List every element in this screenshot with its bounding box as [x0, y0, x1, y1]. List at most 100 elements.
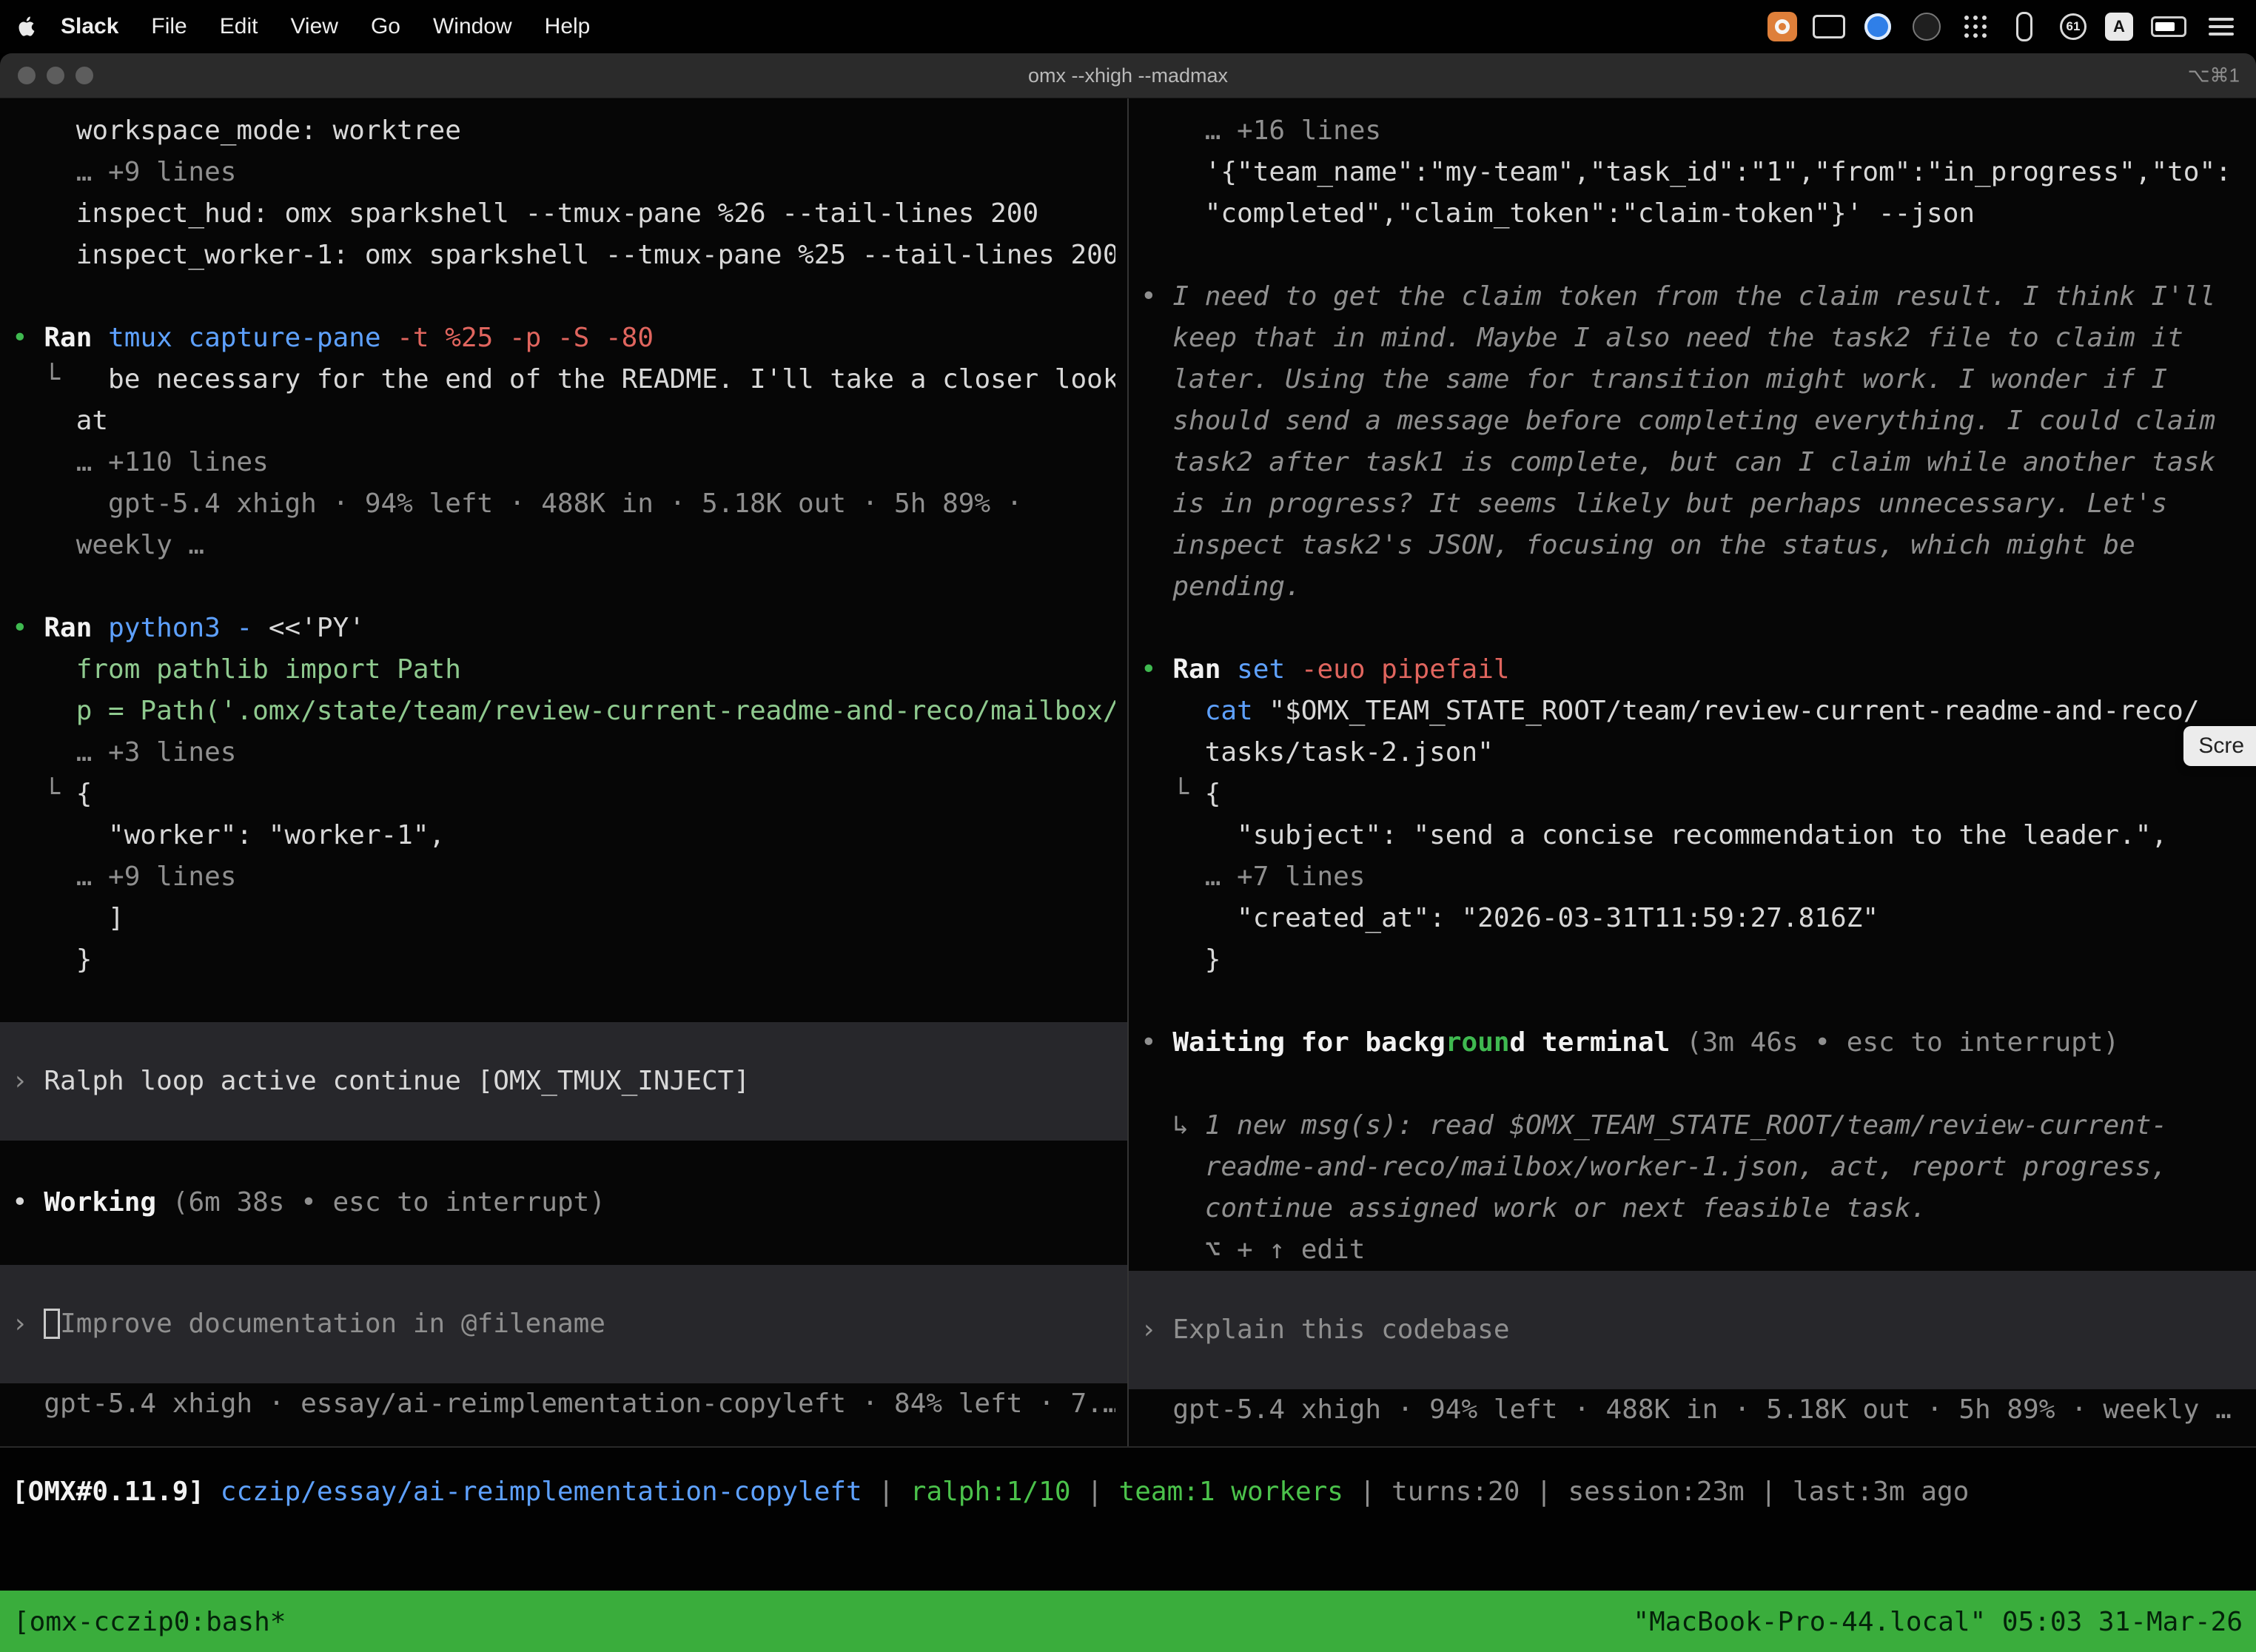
terminal-line — [12, 276, 1115, 318]
text-segment: { — [60, 779, 92, 809]
text-segment: } — [1141, 944, 1221, 975]
text-segment: "created_at": "2026-03-31T11:59:27.816Z" — [1141, 903, 1879, 933]
text-segment: └ — [1141, 779, 1189, 809]
text-segment: › — [12, 1066, 28, 1096]
text-segment: turns:20 — [1391, 1477, 1520, 1507]
terminal-line: inspect_worker-1: omx sparkshell --tmux-… — [12, 235, 1115, 276]
terminal-line: later. Using the same for transition mig… — [1141, 359, 2244, 400]
terminal-line: task2 after task1 is complete, but can I… — [1141, 442, 2244, 483]
text-segment: • — [12, 323, 28, 353]
terminal-line: gpt-5.4 xhigh · essay/ai-reimplementatio… — [12, 1383, 1115, 1425]
terminal-line: from pathlib import Path — [12, 649, 1115, 691]
terminal-line: "worker": "worker-1", — [12, 815, 1115, 856]
menu-file[interactable]: File — [135, 14, 203, 38]
tmux-status-bar: [omx-cczip0:bash* "MacBook-Pro-44.local"… — [0, 1591, 2256, 1652]
terminal-line: ⌥ + ↑ edit — [1141, 1229, 2244, 1271]
text-segment: at — [12, 406, 108, 436]
tmux-host-clock-label: "MacBook-Pro-44.local" 05:03 31-Mar-26 — [1633, 1607, 2243, 1637]
blue-app-icon[interactable] — [1861, 10, 1895, 44]
text-segment — [1221, 654, 1237, 685]
text-segment: • — [12, 1187, 28, 1218]
apple-icon[interactable] — [18, 15, 37, 38]
input-source-icon[interactable]: A — [2105, 13, 2133, 41]
terminal-window: omx --xhigh --madmax ⌥⌘1 workspace_mode:… — [0, 53, 2256, 1652]
dark-app-icon[interactable] — [1910, 10, 1944, 44]
text-segment: inspect_worker-1: omx sparkshell --tmux-… — [12, 240, 1115, 270]
text-segment: task2 after task1 is complete, but can I… — [1141, 447, 2215, 477]
text-segment: ralph:1/10 — [910, 1477, 1071, 1507]
text-segment — [1157, 1027, 1173, 1058]
text-segment: Ralph loop active continue [OMX_TMUX_INJ… — [28, 1066, 750, 1096]
window-titlebar[interactable]: omx --xhigh --madmax ⌥⌘1 — [0, 53, 2256, 98]
text-segment: python3 - — [108, 613, 252, 643]
menu-go[interactable]: Go — [355, 14, 417, 38]
text-segment: roun — [1446, 1027, 1510, 1058]
text-segment: I need to get the claim token from the c… — [1172, 281, 2215, 312]
terminal-line: } — [1141, 939, 2244, 981]
terminal-line: └ { — [1141, 773, 2244, 815]
text-segment: … +16 lines — [1141, 115, 1381, 146]
text-segment — [28, 323, 44, 353]
text-segment: readme-and-reco/mailbox/worker-1.json, a… — [1141, 1152, 2167, 1182]
terminal-line — [1141, 1064, 2244, 1105]
text-segment: later. Using the same for transition mig… — [1141, 364, 2167, 394]
menubar-items: SlackFileEditViewGoWindowHelp — [44, 14, 606, 39]
prompt-input[interactable]: › Explain this codebase — [1129, 1271, 2256, 1389]
text-segment — [1285, 654, 1301, 685]
omx-status-bar: [OMX#0.11.9] cczip/essay/ai-reimplementa… — [0, 1446, 2256, 1591]
gauge-icon[interactable]: 61 — [2056, 10, 2090, 44]
text-segment: -t %25 -p -S -80 — [397, 323, 654, 353]
terminal-line: keep that in mind. Maybe I also need the… — [1141, 318, 2244, 359]
keyboard-icon[interactable] — [1812, 10, 1846, 44]
menu-slack[interactable]: Slack — [44, 14, 135, 38]
menu-window[interactable]: Window — [417, 14, 528, 38]
terminal-line: • Waiting for background terminal (3m 46… — [1141, 1022, 2244, 1064]
text-segment — [44, 1309, 60, 1339]
terminal-line: › Improve documentation in @filename — [12, 1303, 1115, 1345]
text-segment: last:3m ago — [1793, 1477, 1969, 1507]
prompt-input[interactable]: › Improve documentation in @filename — [0, 1265, 1127, 1383]
terminal-line: … +16 lines — [1141, 110, 2244, 152]
terminal-line: gpt-5.4 xhigh · 94% left · 488K in · 5.1… — [12, 483, 1115, 525]
text-segment: • — [1141, 1027, 1157, 1058]
text-segment: -euo pipefail — [1301, 654, 1510, 685]
text-segment: › — [12, 1309, 28, 1339]
omx-status-line: [OMX#0.11.9] cczip/essay/ai-reimplementa… — [12, 1471, 2244, 1513]
text-segment: … +7 lines — [1141, 862, 1365, 892]
stage-pill-icon[interactable] — [2007, 10, 2041, 44]
terminal-line: … +7 lines — [1141, 856, 2244, 898]
gauge-icon-label: 61 — [2067, 19, 2081, 34]
text-segment: continue assigned work or next feasible … — [1141, 1193, 1927, 1223]
text-segment: team:1 workers — [1119, 1477, 1343, 1507]
terminal-line — [1141, 608, 2244, 649]
battery-icon[interactable] — [2148, 10, 2189, 44]
text-segment: gpt-5.4 xhigh · 94% left · 488K in · 5.1… — [12, 488, 1022, 519]
terminal-line — [12, 566, 1115, 608]
text-segment: { — [1189, 779, 1221, 809]
dots-grid-icon[interactable] — [1958, 10, 1993, 44]
text-segment: "subject": "send a concise recommendatio… — [1141, 820, 2167, 850]
text-segment: Explain this codebase — [1157, 1314, 1510, 1345]
text-segment: ↳ — [1141, 1110, 1189, 1141]
text-segment: <<'PY' — [252, 613, 365, 643]
terminal-line: p = Path('.omx/state/team/review-current… — [12, 691, 1115, 732]
text-segment: '{"team_name":"my-team","task_id":"1","f… — [1141, 157, 2232, 187]
menu-view[interactable]: View — [274, 14, 354, 38]
text-segment: set — [1237, 654, 1285, 685]
menu-lines-icon[interactable] — [2204, 10, 2238, 44]
text-segment: 1 new msg(s): read $OMX_TEAM_STATE_ROOT/… — [1189, 1110, 2167, 1141]
menu-edit[interactable]: Edit — [204, 14, 275, 38]
menu-help[interactable]: Help — [528, 14, 607, 38]
terminal-line: cat "$OMX_TEAM_STATE_ROOT/team/review-cu… — [1141, 691, 2244, 732]
text-segment: } — [12, 944, 92, 975]
terminal-line: should send a message before completing … — [1141, 400, 2244, 442]
terminal-pane-left[interactable]: workspace_mode: worktree … +9 lines insp… — [0, 98, 1127, 1446]
terminal-line: … +9 lines — [12, 856, 1115, 898]
terminal-line: • Working (6m 38s • esc to interrupt) — [12, 1182, 1115, 1223]
screen-record-icon[interactable] — [1767, 12, 1797, 41]
terminal-pane-right[interactable]: … +16 lines '{"team_name":"my-team","tas… — [1129, 98, 2256, 1446]
terminal-line: inspect_hud: omx sparkshell --tmux-pane … — [12, 193, 1115, 235]
text-segment: "completed","claim_token":"claim-token"}… — [1141, 198, 1975, 229]
tmux-session-label: [omx-cczip0:bash* — [13, 1607, 286, 1637]
text-segment: └ — [12, 779, 60, 809]
